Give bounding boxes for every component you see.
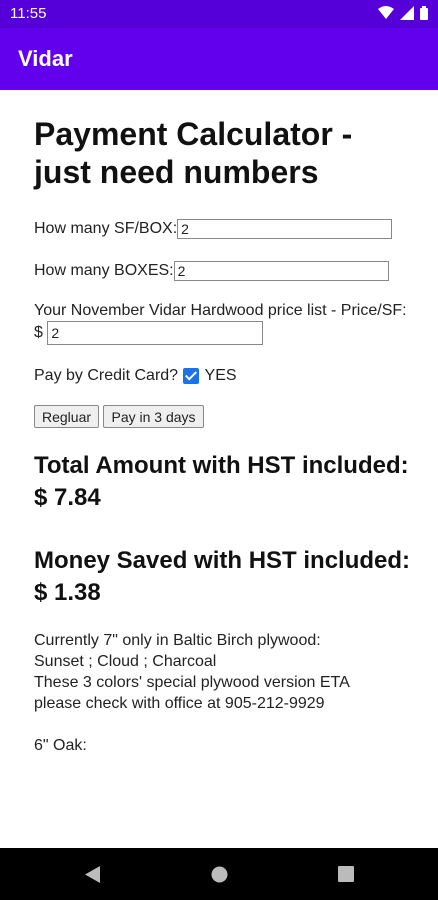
- note-line: These 3 colors' special plywood version …: [34, 674, 350, 691]
- button-row: Regluar Pay in 3 days: [34, 405, 414, 428]
- total-title: Total Amount with HST included:: [34, 452, 409, 479]
- boxes-row: How many BOXES:: [34, 261, 414, 281]
- back-icon[interactable]: [85, 866, 101, 883]
- page-title: Payment Calculator - just need numbers: [34, 116, 353, 190]
- note-line: please check with office at 905-212-9929: [34, 695, 325, 712]
- wifi-icon: [378, 6, 394, 19]
- regular-button[interactable]: Regluar: [34, 405, 100, 428]
- price-input[interactable]: [47, 321, 264, 345]
- credit-row: Pay by Credit Card? YES: [34, 367, 414, 385]
- total-value: $ 7.84: [34, 484, 101, 511]
- note-line: Currently 7" only in Baltic Birch plywoo…: [34, 632, 321, 649]
- boxes-input[interactable]: [173, 261, 389, 281]
- signal-icon: [400, 6, 414, 20]
- boxes-label: How many BOXES:: [34, 262, 174, 280]
- home-icon[interactable]: [211, 866, 228, 883]
- credit-yes-label: YES: [204, 367, 237, 384]
- note-block: Currently 7" only in Baltic Birch plywoo…: [34, 630, 414, 714]
- app-bar: Vidar: [0, 28, 438, 90]
- status-time: 11:55: [10, 5, 47, 22]
- price-label: Your November Vidar Hardwood price list …: [34, 302, 407, 319]
- next-section-label: 6" Oak:: [34, 737, 87, 754]
- saved-title: Money Saved with HST included:: [34, 547, 411, 574]
- sf-row: How many SF/BOX:: [34, 219, 414, 239]
- sf-label: How many SF/BOX:: [34, 220, 178, 238]
- content: Payment Calculator - just need numbers H…: [34, 90, 414, 756]
- status-icons: [378, 6, 428, 20]
- currency-symbol: $: [34, 324, 43, 342]
- status-bar: 11:55: [0, 0, 438, 28]
- sf-input[interactable]: [177, 219, 393, 239]
- recents-icon[interactable]: [338, 866, 354, 882]
- saved-value: $ 1.38: [34, 579, 101, 606]
- battery-icon: [420, 6, 428, 20]
- navigation-bar: [0, 848, 438, 900]
- price-row: $: [34, 321, 414, 345]
- note-line: Sunset ; Cloud ; Charcoal: [34, 653, 217, 670]
- app-title: Vidar: [18, 46, 73, 71]
- credit-label: Pay by Credit Card?: [34, 367, 179, 384]
- pay-3-days-button[interactable]: Pay in 3 days: [103, 405, 204, 428]
- credit-checkbox[interactable]: [182, 367, 199, 384]
